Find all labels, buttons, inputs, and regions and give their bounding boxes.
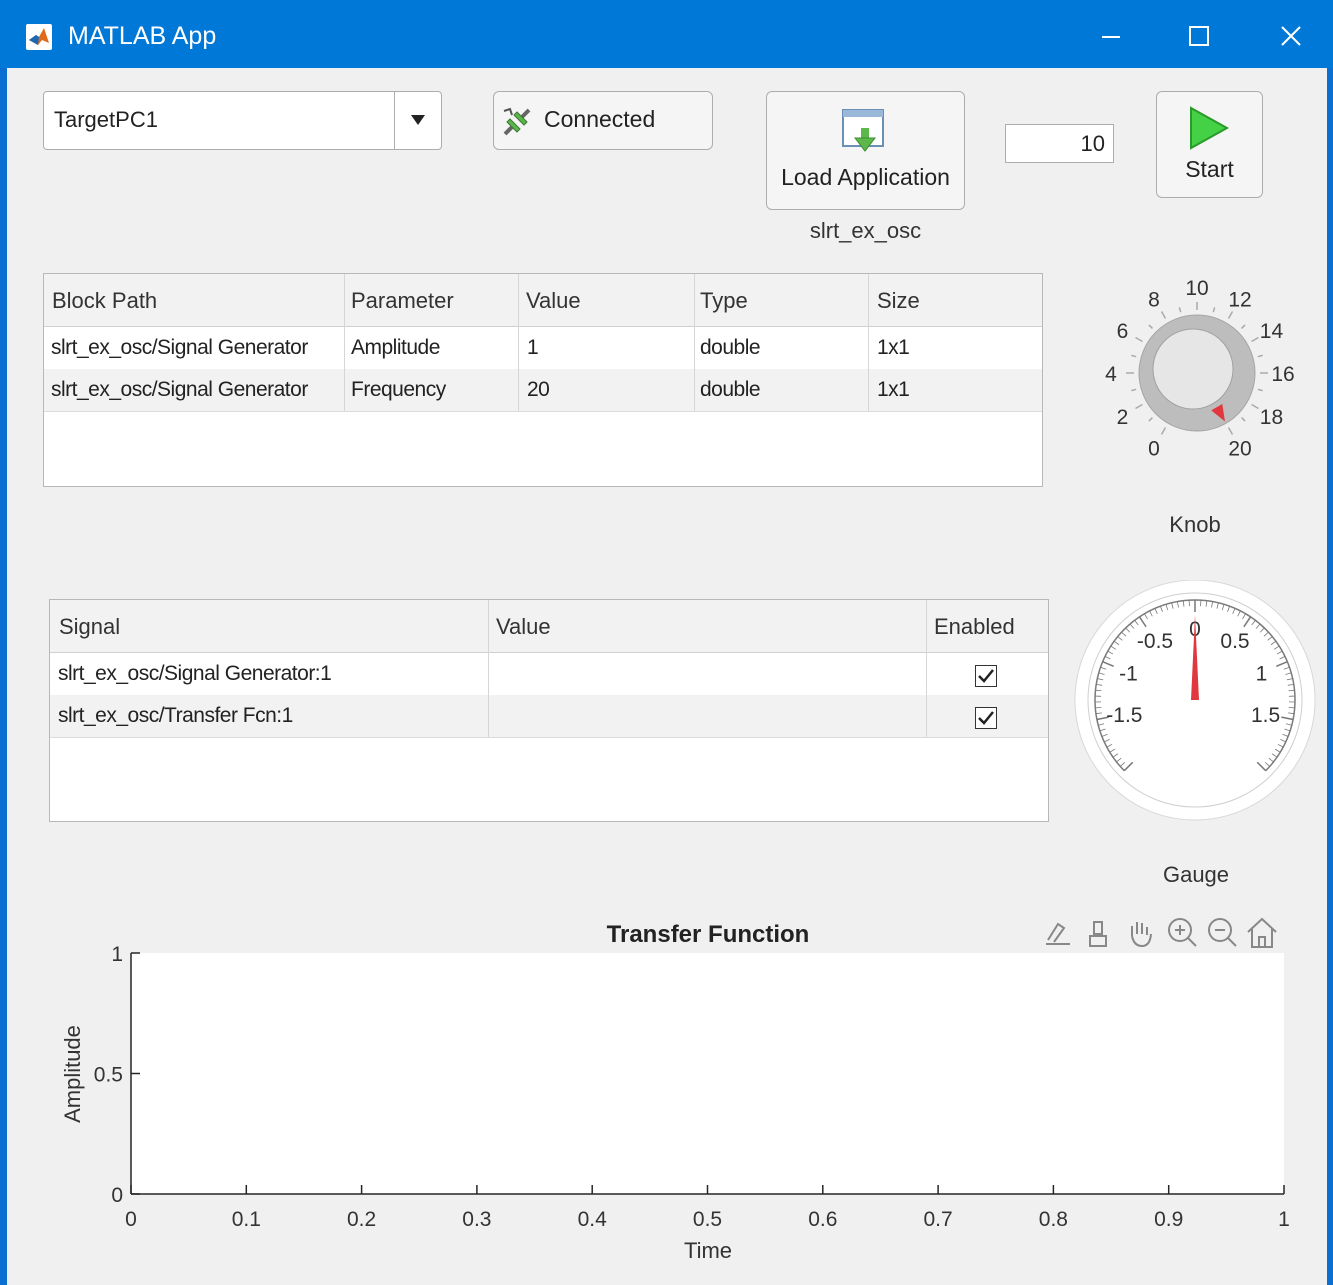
y-axis-label: Amplitude: [60, 1025, 85, 1123]
x-tick-label: 0.1: [232, 1208, 261, 1231]
x-tick-label: 0.7: [923, 1208, 952, 1231]
x-tick-label: 0.4: [578, 1208, 608, 1231]
x-axis-label: Time: [684, 1238, 732, 1263]
x-tick-label: 0.2: [347, 1208, 376, 1231]
y-tick-label: 0: [111, 1184, 123, 1207]
x-tick-label: 0.8: [1039, 1208, 1068, 1231]
x-tick-label: 0.5: [693, 1208, 722, 1231]
plot-area: [131, 953, 1284, 1194]
x-tick-label: 0.3: [462, 1208, 491, 1231]
x-tick-label: 1: [1278, 1208, 1290, 1231]
x-tick-label: 0.9: [1154, 1208, 1183, 1231]
chart-title: Transfer Function: [607, 921, 810, 948]
y-tick-label: 1: [111, 943, 123, 966]
x-tick-label: 0.6: [808, 1208, 837, 1231]
y-tick-label: 0.5: [94, 1064, 123, 1087]
x-tick-label: 0: [125, 1208, 137, 1231]
transfer-function-chart[interactable]: Transfer Function 0 0.1 0.2 0.3 0.4 0.5 0.6 0.7…: [0, 0, 1333, 1285]
